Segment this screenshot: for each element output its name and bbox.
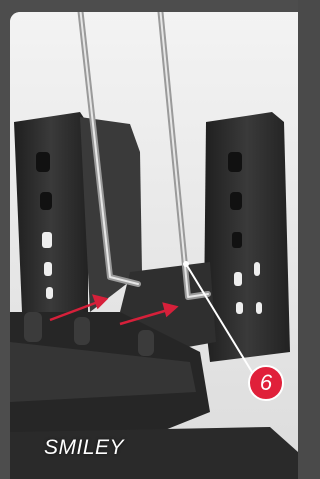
right-rack	[204, 112, 290, 362]
callout-badge: 6	[248, 365, 284, 401]
photo-caption: SMILEY	[44, 436, 125, 459]
product-photo	[10, 12, 298, 479]
product-illustration	[10, 12, 298, 479]
image-frame: 6 SMILEY	[0, 0, 298, 479]
callout-dot	[183, 261, 189, 267]
